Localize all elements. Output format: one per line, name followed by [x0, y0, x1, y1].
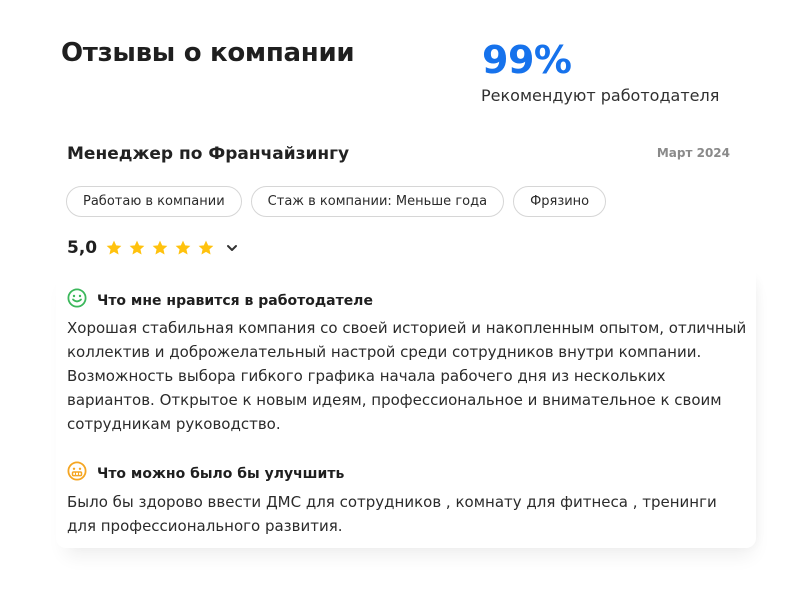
cons-text: Было бы здорово ввести ДМС для сотрудник…: [67, 493, 717, 535]
rating-stars: [105, 239, 215, 257]
star-icon: [151, 239, 169, 257]
review-date: Март 2024: [656, 146, 730, 160]
rating[interactable]: 5,0: [67, 238, 239, 258]
cons-header: Что можно было бы улучшить: [67, 461, 344, 486]
chevron-down-icon[interactable]: [225, 241, 239, 255]
tag-employment: Работаю в компании: [66, 186, 242, 217]
tag-city: Фрязино: [513, 186, 607, 217]
review-position: Менеджер по Франчайзингу: [67, 144, 350, 164]
tag-tenure: Стаж в компании: Меньше года: [250, 186, 505, 217]
recommend-label: Рекомендуют работодателя: [481, 86, 720, 105]
smile-icon: [67, 288, 87, 313]
pros-title: Что мне нравится в работодателе: [97, 292, 373, 309]
rating-value: 5,0: [67, 238, 98, 258]
star-icon: [105, 239, 123, 257]
cons-title: Что можно было бы улучшить: [97, 465, 345, 482]
pros-header: Что мне нравится в работодателе: [67, 288, 373, 313]
grimace-icon: [67, 461, 87, 486]
star-icon: [128, 239, 146, 257]
star-icon: [174, 239, 192, 257]
review-tags: Работаю в компании Стаж в компании: Мень…: [66, 186, 607, 217]
page-title: Отзывы о компании: [61, 38, 355, 68]
pros-text: Хорошая стабильная компания со своей ист…: [67, 319, 747, 433]
star-icon: [197, 239, 215, 257]
recommend-percent: 99%: [482, 38, 572, 82]
